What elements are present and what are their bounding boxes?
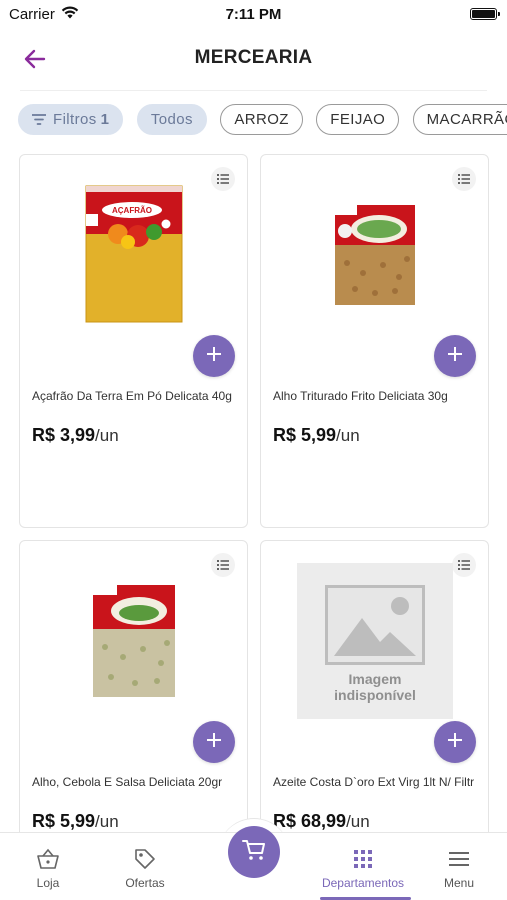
cart-button[interactable] [228, 826, 280, 878]
product-image-placeholder[interactable]: Imagem indisponível [295, 561, 455, 721]
product-card[interactable]: Alho, Cebola E Salsa Deliciata 20gr R$ 5… [19, 540, 248, 834]
nav-item-menu[interactable]: Menu [436, 833, 482, 900]
product-image[interactable]: AÇAFRÃO [54, 175, 214, 335]
chip-todos[interactable]: Todos [136, 104, 207, 135]
product-price: R$ 68,99/un [273, 811, 370, 832]
page-title: MERCEARIA [194, 47, 313, 68]
nav-item-ofertas[interactable]: Ofertas [115, 833, 175, 900]
product-card[interactable]: Alho Triturado Frito Deliciata 30g R$ 5,… [260, 154, 489, 528]
price-amount: R$ 5,99 [273, 425, 337, 445]
price-unit: /un [95, 812, 119, 831]
add-to-cart-button[interactable] [193, 335, 235, 377]
basket-icon [36, 847, 60, 871]
clock-time: 7:11 PM [225, 6, 282, 23]
header-divider [20, 90, 487, 91]
plus-icon [448, 346, 462, 366]
image-placeholder-icon [325, 585, 425, 665]
chip-macarrao[interactable]: MACARRÃO [412, 104, 507, 135]
list-options-icon[interactable] [452, 553, 476, 577]
page-header: MERCEARIA [0, 30, 507, 90]
filter-chip-bar: Filtros 1 Todos ARROZ FEIJAO MACARRÃO [18, 104, 507, 136]
product-image[interactable] [54, 561, 214, 721]
nav-label-departamentos: Departamentos [321, 876, 405, 890]
filters-chip[interactable]: Filtros 1 [18, 104, 124, 135]
product-name[interactable]: Alho Triturado Frito Deliciata 30g [273, 389, 478, 403]
product-name[interactable]: Azeite Costa D`oro Ext Virg 1lt N/ Filtr [273, 775, 478, 789]
plus-icon [207, 732, 221, 752]
product-card[interactable]: Imagem indisponível Azeite Costa D`oro E… [260, 540, 489, 834]
price-unit: /un [346, 812, 370, 831]
plus-icon [207, 346, 221, 366]
product-price: R$ 3,99/un [32, 425, 119, 446]
battery-icon [470, 8, 500, 20]
cart-icon [242, 839, 266, 866]
price-amount: R$ 3,99 [32, 425, 96, 445]
chip-arroz[interactable]: ARROZ [220, 104, 303, 135]
product-image[interactable] [295, 175, 455, 335]
hamburger-icon [449, 847, 469, 871]
plus-icon [448, 732, 462, 752]
price-unit: /un [336, 426, 360, 445]
product-name[interactable]: Alho, Cebola E Salsa Deliciata 20gr [32, 775, 237, 789]
filters-chip-label: Filtros [53, 111, 97, 128]
image-unavailable-line1: Imagem [348, 671, 402, 687]
product-card[interactable]: AÇAFRÃO Açafrão Da Terra Em Pó Delicata … [19, 154, 248, 528]
list-options-icon[interactable] [211, 167, 235, 191]
image-unavailable-placeholder: Imagem indisponível [297, 563, 453, 719]
price-amount: R$ 68,99 [273, 811, 347, 831]
grid-icon [354, 847, 372, 871]
nav-label-menu: Menu [443, 876, 475, 890]
product-price: R$ 5,99/un [32, 811, 119, 832]
add-to-cart-button[interactable] [434, 721, 476, 763]
price-unit: /un [95, 426, 119, 445]
image-unavailable-text: Imagem indisponível [297, 671, 453, 703]
list-options-icon[interactable] [452, 167, 476, 191]
product-price: R$ 5,99/un [273, 425, 360, 446]
add-to-cart-button[interactable] [434, 335, 476, 377]
add-to-cart-button[interactable] [193, 721, 235, 763]
status-bar: Carrier 7:11 PM [0, 0, 507, 30]
filter-icon [32, 114, 46, 125]
image-unavailable-line2: indisponível [334, 687, 416, 703]
filters-count: 1 [100, 111, 110, 128]
nav-item-departamentos[interactable]: Departamentos [316, 833, 410, 900]
product-name[interactable]: Açafrão Da Terra Em Pó Delicata 40g [32, 389, 237, 403]
nav-item-loja[interactable]: Loja [20, 833, 76, 900]
tag-icon [134, 847, 156, 871]
chip-feijao[interactable]: FEIJAO [316, 104, 400, 135]
price-amount: R$ 5,99 [32, 811, 96, 831]
nav-label-ofertas: Ofertas [125, 876, 165, 890]
list-options-icon[interactable] [211, 553, 235, 577]
nav-label-loja: Loja [36, 876, 60, 890]
product-grid: AÇAFRÃO Açafrão Da Terra Em Pó Delicata … [19, 154, 489, 834]
svg-text:AÇAFRÃO: AÇAFRÃO [112, 206, 152, 215]
